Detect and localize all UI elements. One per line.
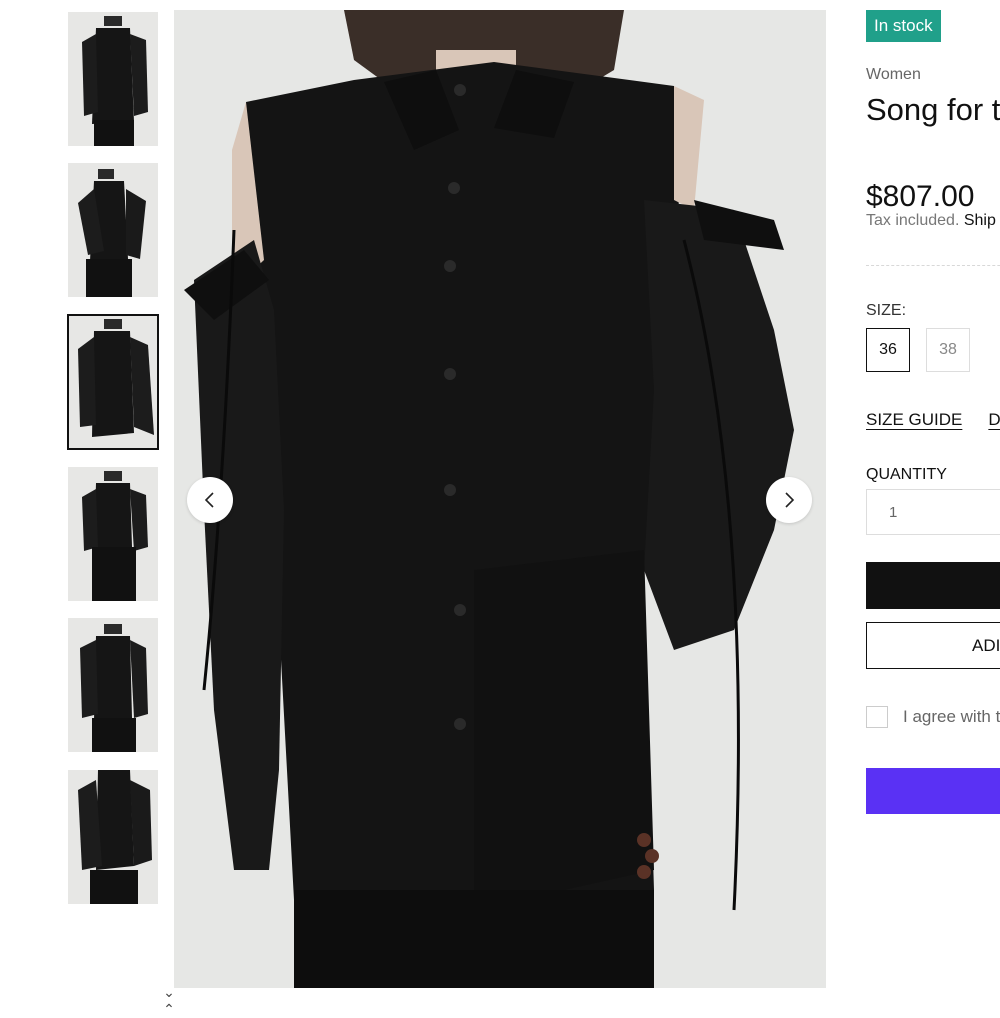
tax-included-text: Tax included. — [866, 212, 960, 229]
product-links: SIZE GUIDE D — [866, 410, 1000, 430]
thumbnail-4[interactable] — [68, 467, 158, 601]
product-info-panel: In stock Women Song for t $807.00 Tax in… — [866, 0, 1000, 1000]
product-price: $807.00 — [866, 180, 975, 213]
primary-action-button[interactable] — [866, 562, 1000, 609]
terms-agreement: I agree with t — [866, 706, 1000, 728]
thumbnail-image — [68, 618, 158, 752]
chevron-left-icon — [204, 492, 214, 508]
terms-checkbox[interactable] — [866, 706, 888, 728]
divider — [866, 265, 1000, 266]
product-vendor: Women — [866, 66, 921, 83]
chevron-right-icon — [785, 492, 795, 508]
product-title: Song for t — [866, 92, 1000, 127]
thumbnail-image — [68, 315, 158, 449]
thumbnail-image — [68, 163, 158, 297]
thumbnail-image — [68, 467, 158, 601]
quantity-input[interactable]: 1 — [866, 489, 1000, 535]
thumbnail-3[interactable] — [67, 314, 159, 450]
thumbnail-1[interactable] — [68, 12, 158, 146]
stock-badge: In stock — [866, 10, 941, 42]
thumbnail-image — [68, 12, 158, 146]
thumbnail-5[interactable] — [68, 618, 158, 752]
product-photo — [174, 10, 826, 988]
next-image-button[interactable] — [766, 477, 812, 523]
buy-now-button[interactable] — [866, 768, 1000, 814]
size-option-36[interactable]: 36 — [866, 328, 910, 372]
thumbnail-scroll-up-icon[interactable]: ⌃ — [158, 1001, 180, 1018]
thumbnail-2[interactable] — [68, 163, 158, 297]
size-guide-link[interactable]: SIZE GUIDE — [866, 410, 962, 429]
terms-agreement-label: I agree with t — [903, 707, 1000, 726]
main-product-image — [174, 10, 826, 988]
quantity-label: QUANTITY — [866, 466, 947, 483]
thumbnail-nav: ⌄⌃ — [158, 984, 180, 1018]
prev-image-button[interactable] — [187, 477, 233, 523]
add-to-cart-button[interactable]: ADI — [866, 622, 1000, 669]
tax-note: Tax included. Ship — [866, 212, 996, 230]
shipping-link[interactable]: Ship — [964, 212, 996, 229]
secondary-link[interactable]: D — [988, 410, 1000, 429]
thumbnail-image — [68, 770, 158, 904]
size-label: SIZE: — [866, 302, 907, 319]
thumbnail-6[interactable] — [68, 770, 158, 904]
size-option-38[interactable]: 38 — [926, 328, 970, 372]
